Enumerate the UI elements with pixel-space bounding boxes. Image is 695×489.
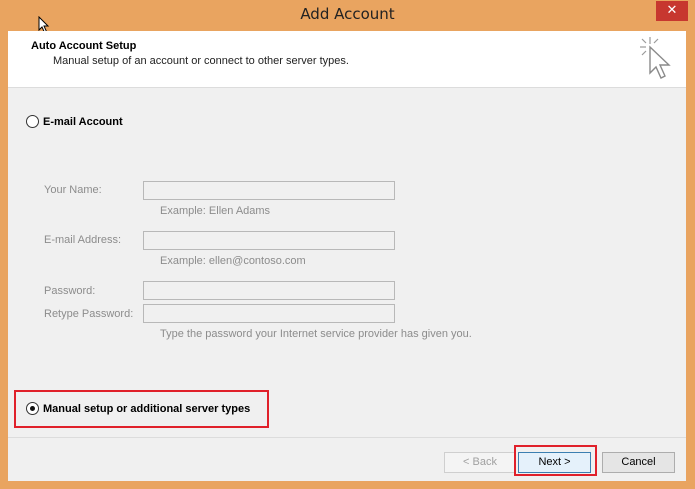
- password-input[interactable]: [143, 281, 395, 300]
- wizard-content: E-mail Account Your Name: Example: Ellen…: [8, 88, 686, 481]
- email-address-input[interactable]: [143, 231, 395, 250]
- wizard-cursor-icon: [640, 37, 671, 79]
- email-account-radio[interactable]: [26, 115, 39, 128]
- window-title: Add Account: [300, 5, 395, 23]
- wizard-header: Auto Account Setup Manual setup of an ac…: [8, 31, 686, 88]
- page-title: Auto Account Setup: [31, 40, 137, 52]
- email-account-label: E-mail Account: [43, 115, 123, 128]
- back-button[interactable]: < Back: [444, 452, 516, 473]
- next-button[interactable]: Next >: [518, 452, 591, 473]
- password-label: Password:: [44, 285, 96, 297]
- password-hint: Type the password your Internet service …: [160, 328, 472, 340]
- close-button[interactable]: ✕: [656, 1, 688, 21]
- your-name-input[interactable]: [143, 181, 395, 200]
- manual-setup-label: Manual setup or additional server types: [43, 402, 251, 415]
- email-address-label: E-mail Address:: [44, 234, 122, 246]
- manual-setup-radio[interactable]: [26, 402, 39, 415]
- page-subtitle: Manual setup of an account or connect to…: [53, 55, 349, 67]
- add-account-window: Add Account ✕ Auto Account Setup Manual …: [0, 0, 695, 489]
- email-account-option[interactable]: E-mail Account: [26, 115, 123, 128]
- your-name-label: Your Name:: [44, 184, 102, 196]
- title-bar[interactable]: Add Account ✕: [0, 0, 695, 34]
- email-address-hint: Example: ellen@contoso.com: [160, 255, 306, 267]
- retype-password-input[interactable]: [143, 304, 395, 323]
- cancel-button[interactable]: Cancel: [602, 452, 675, 473]
- retype-password-label: Retype Password:: [44, 308, 134, 320]
- your-name-hint: Example: Ellen Adams: [160, 205, 271, 217]
- footer-divider: [8, 437, 686, 438]
- manual-setup-option[interactable]: Manual setup or additional server types: [26, 402, 250, 415]
